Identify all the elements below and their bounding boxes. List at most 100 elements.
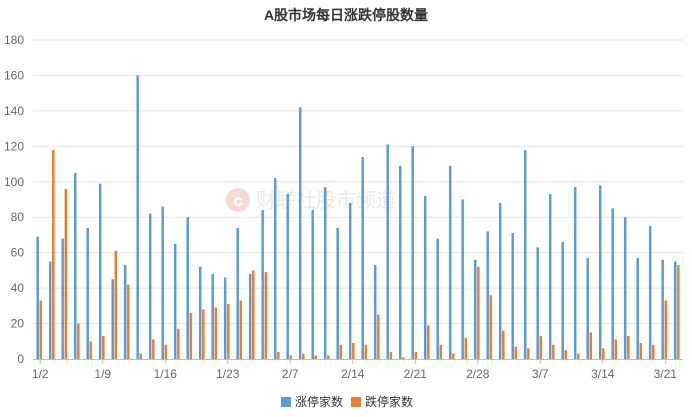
- limit-down-bar: [664, 300, 668, 359]
- limit-down-bar: [414, 351, 418, 359]
- limit-down-bar: [339, 344, 343, 359]
- limit-up-bar: [436, 238, 439, 359]
- limit-down-bar: [527, 348, 530, 359]
- y-tick-label: 0: [17, 352, 24, 366]
- limit-down-bar: [52, 149, 55, 359]
- limit-up-bar: [561, 242, 564, 359]
- limit-up-bar: [398, 165, 402, 359]
- limit-down-bar: [402, 357, 405, 359]
- limit-down-bar: [564, 350, 568, 359]
- limit-down-bar: [439, 344, 443, 359]
- limit-down-bar: [502, 330, 505, 359]
- limit-up-bar: [448, 165, 452, 359]
- limit-up-bar: [486, 231, 489, 359]
- limit-up-bar: [623, 217, 627, 359]
- limit-up-bar: [323, 187, 327, 359]
- legend-swatch-limit-up: [281, 397, 291, 407]
- limit-up-bar: [223, 277, 227, 359]
- limit-down-bar: [427, 325, 430, 359]
- limit-down-bar: [652, 344, 655, 359]
- x-tick-label: 2/14: [341, 367, 365, 381]
- y-tick-label: 20: [11, 317, 25, 331]
- limit-down-bar: [227, 304, 230, 359]
- y-tick-label: 40: [11, 281, 25, 295]
- limit-up-bar: [673, 261, 677, 359]
- limit-down-bar: [627, 335, 630, 359]
- limit-up-bar: [211, 273, 214, 359]
- limit-up-bar: [198, 266, 202, 359]
- limit-up-bar: [311, 210, 314, 359]
- limit-down-bar: [377, 314, 380, 359]
- limit-down-bar: [39, 300, 43, 359]
- limit-up-bar: [636, 257, 639, 359]
- limit-up-bar: [161, 206, 164, 359]
- limit-down-bar: [177, 328, 180, 359]
- limit-down-bar: [389, 351, 393, 359]
- limit-down-bar: [314, 355, 318, 359]
- limit-down-bar: [327, 355, 330, 359]
- x-tick-label: 1/9: [94, 367, 111, 381]
- limit-up-bar: [236, 227, 239, 359]
- x-tick-label: 1/16: [154, 367, 178, 381]
- legend-label-limit-down: 跌停家数: [365, 394, 413, 409]
- limit-down-bar: [189, 312, 193, 359]
- limit-up-bar: [598, 185, 602, 359]
- limit-down-bar: [464, 337, 468, 359]
- y-tick-label: 60: [11, 246, 25, 260]
- limit-down-bar: [589, 332, 593, 359]
- limit-down-bar: [514, 346, 518, 359]
- chart-container: A股市场每日涨跌停股数量 c 财联社股市频道 0 20 40 60 80 100 120 14…: [0, 0, 692, 417]
- limit-down-bar: [602, 348, 605, 359]
- limit-up-bar: [523, 149, 527, 359]
- limit-down-bar: [114, 250, 118, 359]
- limit-up-bar: [148, 213, 152, 359]
- limit-up-bar: [423, 195, 427, 359]
- limit-up-bar: [386, 144, 389, 359]
- x-tick-label: 3/21: [654, 367, 678, 381]
- limit-up-bar: [373, 265, 377, 359]
- x-tick-label: 3/7: [532, 367, 549, 381]
- x-tick-label: 2/28: [466, 367, 490, 381]
- limit-down-bar: [77, 323, 80, 359]
- limit-up-bar: [136, 75, 139, 359]
- legend-label-limit-up: 涨停家数: [295, 394, 343, 409]
- x-tick-label: 2/21: [404, 367, 428, 381]
- limit-up-bar: [123, 265, 127, 359]
- limit-up-bar: [611, 208, 614, 359]
- limit-up-bar: [348, 203, 352, 359]
- limit-down-bar: [264, 272, 268, 359]
- limit-down-bar: [352, 343, 355, 359]
- y-tick-label: 120: [4, 139, 24, 153]
- limit-down-bar: [677, 265, 680, 359]
- series-1: [39, 149, 680, 359]
- limit-up-bar: [261, 210, 264, 359]
- limit-up-bar: [48, 261, 52, 359]
- limit-up-bar: [548, 194, 552, 359]
- limit-up-bar: [73, 172, 77, 359]
- y-tick-label: 140: [4, 104, 24, 118]
- y-tick-label: 160: [4, 68, 24, 82]
- limit-down-bar: [152, 339, 155, 359]
- limit-up-bar: [573, 187, 577, 359]
- limit-down-bar: [164, 344, 168, 359]
- limit-down-bar: [64, 188, 68, 359]
- x-tick-label: 3/14: [591, 367, 615, 381]
- limit-up-bar: [273, 178, 277, 359]
- limit-up-bar: [86, 227, 89, 359]
- limit-up-bar: [248, 273, 252, 359]
- limit-up-bar: [473, 259, 477, 359]
- limit-up-bar: [586, 257, 589, 359]
- y-tick-label: 180: [4, 33, 24, 47]
- limit-up-bar: [98, 183, 102, 359]
- limit-down-bar: [539, 335, 543, 359]
- limit-down-bar: [614, 339, 618, 359]
- limit-up-bar: [298, 107, 302, 359]
- legend: 涨停家数 跌停家数: [281, 394, 413, 409]
- grid-layer: [33, 39, 683, 325]
- limit-down-bar: [552, 344, 555, 359]
- daily-limit-bar-chart: A股市场每日涨跌停股数量 c 财联社股市频道 0 20 40 60 80 100 120 14…: [4, 7, 683, 409]
- x-tick-label: 1/23: [216, 367, 240, 381]
- y-axis-tick-labels: 0 20 40 60 80 100 120 140 160 180: [4, 33, 24, 366]
- limit-up-bar: [361, 156, 364, 359]
- limit-up-bar: [461, 199, 464, 359]
